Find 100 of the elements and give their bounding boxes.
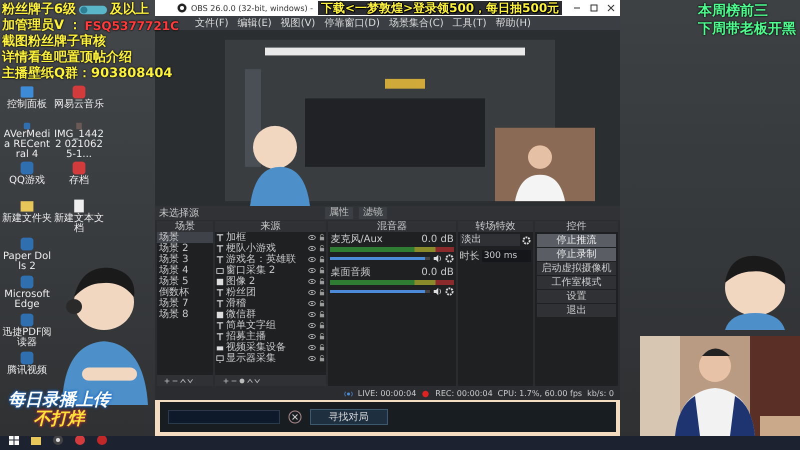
eye-icon[interactable]: [308, 311, 316, 318]
eye-icon[interactable]: [308, 333, 316, 340]
source-item[interactable]: 滑稽: [226, 298, 306, 309]
icon-label: 新建文件夹: [2, 214, 52, 224]
overlay-text: 本周榜前三: [698, 2, 769, 20]
control-button[interactable]: 退出: [537, 304, 616, 317]
dock-title: 控件: [535, 221, 618, 232]
lock-icon[interactable]: [318, 333, 326, 340]
control-button[interactable]: 停止推流: [537, 234, 616, 247]
speaker-icon[interactable]: [432, 287, 442, 296]
eye-icon[interactable]: [308, 300, 316, 307]
close-icon[interactable]: [288, 410, 302, 424]
overlay-text: 下载<一梦敦煌>登录领500，每日抽500元: [318, 1, 562, 15]
overlay-text: 加管理员V ：: [2, 18, 82, 34]
text-icon: [216, 244, 224, 252]
menu-item[interactable]: 文件(F): [195, 16, 229, 30]
live-timer: LIVE: 00:00:04: [358, 389, 416, 398]
eye-icon[interactable]: [308, 355, 316, 362]
lock-icon[interactable]: [318, 245, 326, 252]
image-icon: [216, 310, 224, 318]
lock-icon[interactable]: [318, 267, 326, 274]
folder-icon[interactable]: [19, 198, 35, 214]
match-button[interactable]: 寻找对局: [310, 409, 388, 425]
source-item[interactable]: 窗口采集 2: [226, 265, 306, 276]
input-field[interactable]: [168, 410, 280, 424]
channel-name: 麦克风/Aux: [330, 234, 383, 245]
source-item[interactable]: 粉丝团: [226, 287, 306, 298]
start-icon[interactable]: [8, 434, 20, 446]
channel-name: 桌面音频: [330, 267, 370, 278]
source-item[interactable]: 招募主播: [226, 331, 306, 342]
settings-icon[interactable]: [522, 236, 532, 244]
source-item[interactable]: 显示器采集: [226, 353, 306, 364]
scene-item[interactable]: 倒数杯: [157, 287, 213, 298]
overlay-text: 粉丝牌子6级: [2, 2, 76, 18]
eye-icon[interactable]: [308, 344, 316, 351]
toolbar-button[interactable]: 滤镜: [359, 207, 387, 219]
control-button[interactable]: 工作室模式: [537, 276, 616, 289]
source-item[interactable]: 梗队小游戏: [226, 243, 306, 254]
maximize-icon[interactable]: [589, 3, 599, 13]
folder-icon[interactable]: [30, 434, 42, 446]
bitrate-status: kb/s: 0: [587, 389, 614, 398]
duration-field[interactable]: 300 ms: [482, 250, 532, 262]
lock-icon[interactable]: [318, 256, 326, 263]
app-icon[interactable]: [19, 350, 35, 366]
control-button[interactable]: 设置: [537, 290, 616, 303]
menu-item[interactable]: 帮助(H): [496, 16, 531, 30]
source-item[interactable]: 微信群: [226, 309, 306, 320]
control-button[interactable]: 启动虚拟摄像机: [537, 262, 616, 275]
scene-item[interactable]: 场景 8: [157, 309, 213, 320]
lock-icon[interactable]: [318, 234, 326, 241]
settings-icon[interactable]: [444, 287, 454, 296]
speaker-icon[interactable]: [432, 254, 442, 263]
close-icon[interactable]: [606, 3, 616, 13]
scene-item[interactable]: 场景: [157, 232, 213, 243]
menu-item[interactable]: 工具(T): [452, 16, 487, 30]
settings-icon[interactable]: [444, 254, 454, 263]
lock-icon[interactable]: [318, 344, 326, 351]
menu-item[interactable]: 编辑(E): [238, 16, 272, 30]
scene-item[interactable]: 场景 7: [157, 298, 213, 309]
menu-item[interactable]: 视图(V): [280, 16, 316, 30]
source-item[interactable]: 游戏名：英雄联: [226, 254, 306, 265]
eye-icon[interactable]: [308, 289, 316, 296]
source-item[interactable]: 简单文字组: [226, 320, 306, 331]
lock-icon[interactable]: [318, 322, 326, 329]
eye-icon[interactable]: [308, 245, 316, 252]
icon-label: 网易云音乐: [54, 100, 104, 110]
dock-title: 转场特效: [458, 221, 534, 232]
source-item[interactable]: 视频采集设备: [226, 342, 306, 353]
volume-slider[interactable]: [330, 257, 430, 260]
eye-icon[interactable]: [308, 322, 316, 329]
cpu-status: CPU: 1.7%, 60.00 fps: [498, 389, 582, 398]
eye-icon[interactable]: [308, 256, 316, 263]
lock-icon[interactable]: [318, 311, 326, 318]
eye-icon[interactable]: [308, 234, 316, 241]
lock-icon[interactable]: [318, 278, 326, 285]
icon-label: AVerMedia RECentral 4: [2, 130, 52, 160]
menu-item[interactable]: 停靠窗口(D): [324, 16, 380, 30]
icon-label: 控制面板: [6, 100, 48, 110]
eye-icon[interactable]: [308, 278, 316, 285]
banner-text: 不打烊: [34, 410, 84, 429]
menu-item[interactable]: 场景集合(C): [388, 16, 444, 30]
app-icon[interactable]: [52, 434, 64, 446]
volume-slider[interactable]: [330, 290, 430, 293]
scene-item[interactable]: 场景 4: [157, 265, 213, 276]
source-item[interactable]: 加框: [226, 232, 306, 243]
eye-icon[interactable]: [308, 267, 316, 274]
scene-item[interactable]: 场景 3: [157, 254, 213, 265]
lock-icon[interactable]: [318, 300, 326, 307]
dock-title: 场景: [157, 221, 213, 232]
icon-label: 存档: [68, 176, 90, 186]
control-button[interactable]: 停止录制: [537, 248, 616, 261]
scene-item[interactable]: 场景 5: [157, 276, 213, 287]
lock-icon[interactable]: [318, 289, 326, 296]
transition-dropdown[interactable]: 淡出: [460, 234, 520, 246]
image-icon: [216, 278, 224, 286]
scene-item[interactable]: 场景 2: [157, 243, 213, 254]
source-item[interactable]: 图像 2: [226, 276, 306, 287]
lock-icon[interactable]: [318, 355, 326, 362]
document-icon[interactable]: [71, 198, 87, 214]
toolbar-button[interactable]: 属性: [325, 207, 353, 219]
